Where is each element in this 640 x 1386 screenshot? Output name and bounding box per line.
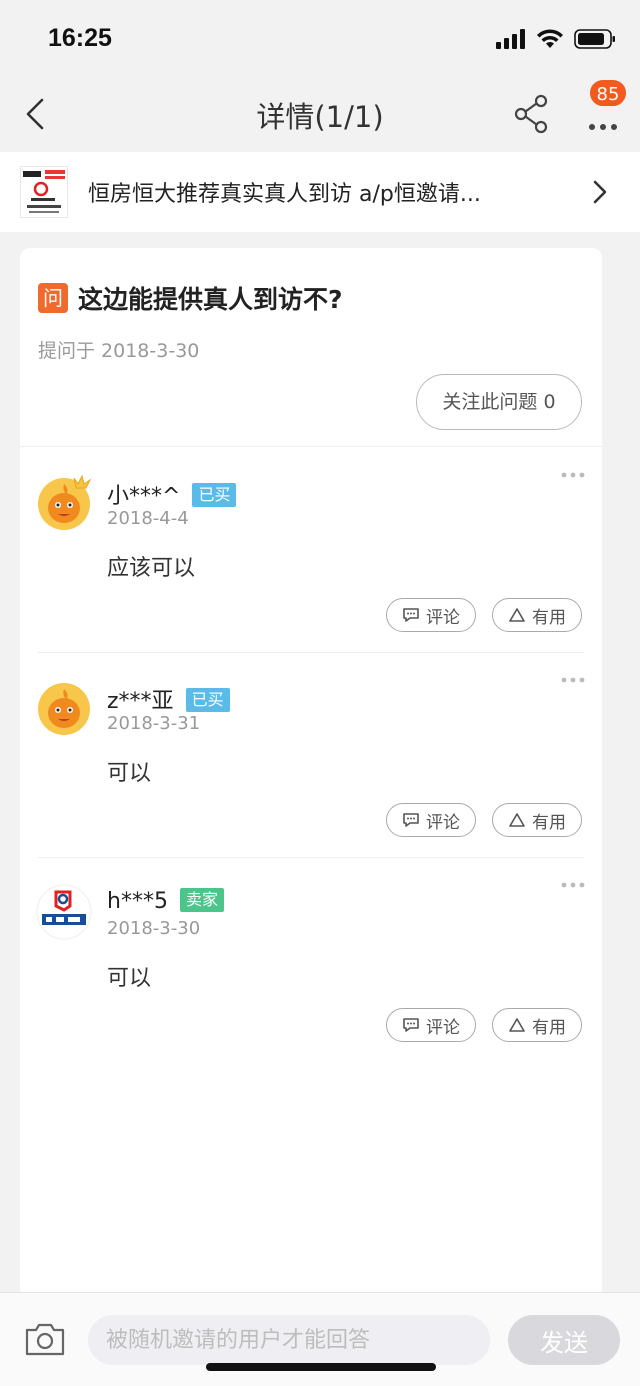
nav-bar: 详情(1/1) 85 (0, 78, 640, 150)
comment-icon (403, 813, 419, 827)
home-indicator (206, 1363, 436, 1371)
question-icon: 问 (38, 283, 68, 313)
answer-item: h***5 卖家 2018-3-30 可以 评论 有用 (20, 858, 602, 1063)
signal-icon (496, 29, 525, 49)
answer-text: 可以 (107, 966, 152, 991)
answer-more-icon[interactable] (560, 880, 586, 890)
buyer-tag: 已买 (185, 688, 230, 712)
seller-tag: 卖家 (179, 888, 224, 912)
question-card: 问 这边能提供真人到访不? 提问于 2018-3-30 关注此问题 0 小***… (20, 248, 602, 1298)
answer-username: z***亚 已买 (107, 683, 230, 715)
follow-question-button[interactable]: 关注此问题 0 (416, 374, 582, 430)
comment-button[interactable]: 评论 (386, 803, 476, 837)
send-button[interactable]: 发送 (508, 1315, 620, 1365)
divider (20, 446, 602, 447)
answer-date: 2018-3-30 (107, 918, 201, 939)
camera-icon[interactable] (24, 1321, 66, 1357)
wifi-icon (537, 29, 563, 48)
answer-more-icon[interactable] (560, 675, 586, 685)
useful-button[interactable]: 有用 (492, 1008, 582, 1042)
triangle-up-icon (509, 608, 525, 622)
share-button[interactable] (512, 92, 552, 136)
buyer-tag: 已买 (192, 483, 237, 507)
product-thumbnail (20, 166, 68, 218)
status-bar: 16:25 (0, 0, 640, 78)
share-icon (514, 94, 548, 134)
notification-badge: 85 (588, 78, 628, 108)
answer-text: 应该可以 (107, 556, 196, 581)
comment-icon (403, 1018, 419, 1032)
avatar[interactable] (38, 474, 92, 530)
answer-date: 2018-3-31 (107, 713, 201, 734)
useful-button[interactable]: 有用 (492, 803, 582, 837)
battery-icon (574, 29, 615, 49)
comment-button[interactable]: 评论 (386, 1008, 476, 1042)
triangle-up-icon (509, 1018, 525, 1032)
triangle-up-icon (509, 813, 525, 827)
comment-icon (403, 608, 419, 622)
answer-text: 可以 (107, 761, 152, 786)
answer-item: 小***^ 已买 2018-4-4 应该可以 评论 有用 (20, 448, 602, 653)
chevron-right-icon (593, 180, 607, 204)
answer-username: 小***^ 已买 (107, 478, 237, 510)
question-header: 问 这边能提供真人到访不? (38, 280, 343, 316)
product-bar[interactable]: 恒房恒大推荐真实真人到访 a/p恒邀请... (0, 152, 640, 232)
answer-item: z***亚 已买 2018-3-31 可以 评论 有用 (20, 653, 602, 858)
question-title: 这边能提供真人到访不? (78, 285, 343, 314)
reply-input[interactable] (88, 1315, 490, 1365)
avatar[interactable] (36, 884, 92, 940)
reply-bar: 发送 (0, 1292, 640, 1386)
avatar[interactable] (38, 681, 90, 735)
answer-date: 2018-4-4 (107, 508, 189, 529)
answer-username: h***5 卖家 (107, 888, 224, 914)
status-icons (496, 28, 616, 50)
question-date: 提问于 2018-3-30 (38, 340, 200, 362)
useful-button[interactable]: 有用 (492, 598, 582, 632)
comment-button[interactable]: 评论 (386, 598, 476, 632)
product-title: 恒房恒大推荐真实真人到访 a/p恒邀请... (88, 182, 481, 207)
answer-more-icon[interactable] (560, 470, 586, 480)
status-time: 16:25 (48, 24, 112, 52)
